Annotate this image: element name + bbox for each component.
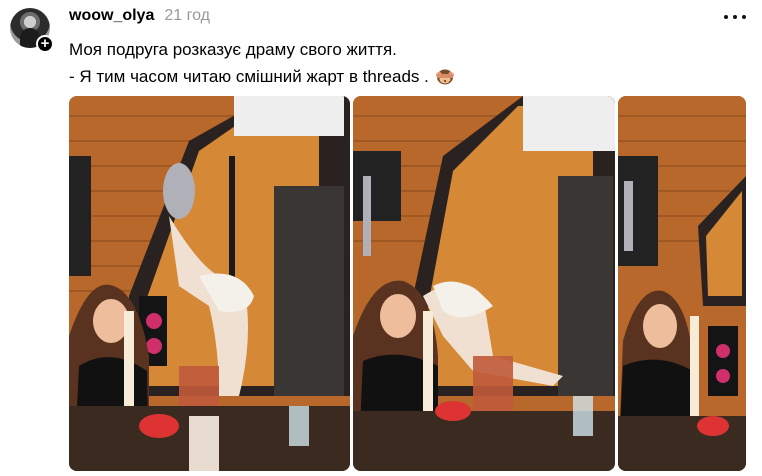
post-avatar-area[interactable]: + [10,8,54,53]
post-header: woow_olya 21 год [69,7,210,29]
follow-plus-icon[interactable]: + [36,35,54,53]
more-options-icon[interactable] [724,10,746,24]
photo-frame-3[interactable] [618,96,746,471]
post-time: 21 год [164,7,210,24]
see-no-evil-monkey-icon [435,66,455,85]
caption-line-2: - Я тим часом читаю смішний жарт в threa… [69,63,709,90]
username[interactable]: woow_olya [69,7,154,25]
caption-line-1: Моя подруга розказує драму свого життя. [69,40,397,59]
photo-frame-2[interactable] [353,96,615,471]
photo-frame-1[interactable] [69,96,350,471]
caption-line-2-text: - Я тим часом читаю смішний жарт в threa… [69,67,429,86]
post-caption: Моя подруга розказує драму свого життя. … [69,36,709,90]
